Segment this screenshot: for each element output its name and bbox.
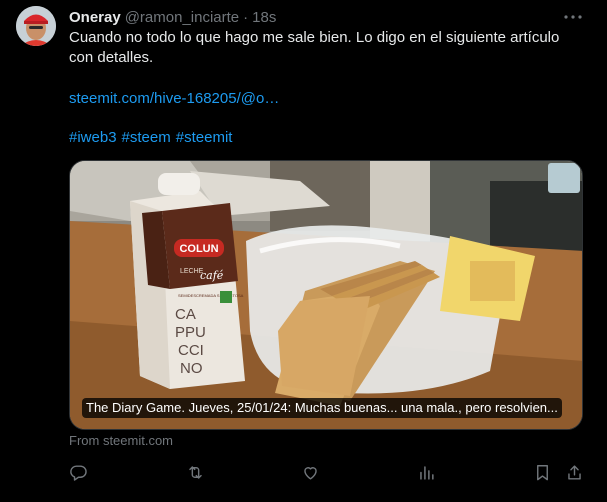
hashtag-list: #iweb3 #steem #steemit xyxy=(69,128,232,148)
tweet[interactable]: Oneray @ramon_inciarte · 18s Cuando no t… xyxy=(0,0,607,502)
user-handle[interactable]: @ramon_inciarte xyxy=(125,9,239,26)
hashtag-iweb3[interactable]: #iweb3 xyxy=(69,128,117,148)
bookmark-icon[interactable] xyxy=(530,460,554,484)
tweet-text: Cuando no todo lo que hago me sale bien.… xyxy=(69,29,560,66)
hashtag-steem[interactable]: #steem xyxy=(122,128,171,148)
display-name[interactable]: Oneray xyxy=(69,9,121,26)
brand-text: COLUN xyxy=(179,243,218,255)
retweet-icon[interactable] xyxy=(183,460,207,484)
tweet-link[interactable]: steemit.com/hive-168205/@o… xyxy=(69,89,279,109)
flavor-text-1: CA xyxy=(175,306,196,323)
more-horizontal-icon[interactable] xyxy=(561,8,585,26)
share-icon[interactable] xyxy=(562,460,586,484)
avatar[interactable] xyxy=(16,6,56,46)
product-line2-text: café xyxy=(200,269,224,282)
card-source[interactable]: From steemit.com xyxy=(69,433,173,448)
timestamp[interactable]: 18s xyxy=(252,9,276,26)
tweet-header: Oneray @ramon_inciarte · 18s xyxy=(69,7,276,27)
card-title[interactable]: The Diary Game. Jueves, 25/01/24: Muchas… xyxy=(82,398,562,418)
hashtag-steemit[interactable]: #steemit xyxy=(176,128,233,148)
link-card[interactable]: COLUN LECHE café SEMIDESCREMADA SIN LACT… xyxy=(69,160,583,430)
action-bar xyxy=(0,460,607,484)
flavor-text-2: PPU xyxy=(175,324,206,341)
flavor-text-4: NO xyxy=(180,360,203,377)
heart-icon[interactable] xyxy=(298,460,322,484)
separator-dot: · xyxy=(243,8,249,26)
product-sub-text: SEMIDESCREMADA SIN LACTOSA xyxy=(178,293,244,298)
flavor-text-3: CCI xyxy=(178,342,204,359)
analytics-icon[interactable] xyxy=(414,460,438,484)
reply-icon[interactable] xyxy=(66,460,90,484)
card-photo: COLUN LECHE café SEMIDESCREMADA SIN LACT… xyxy=(70,161,582,429)
